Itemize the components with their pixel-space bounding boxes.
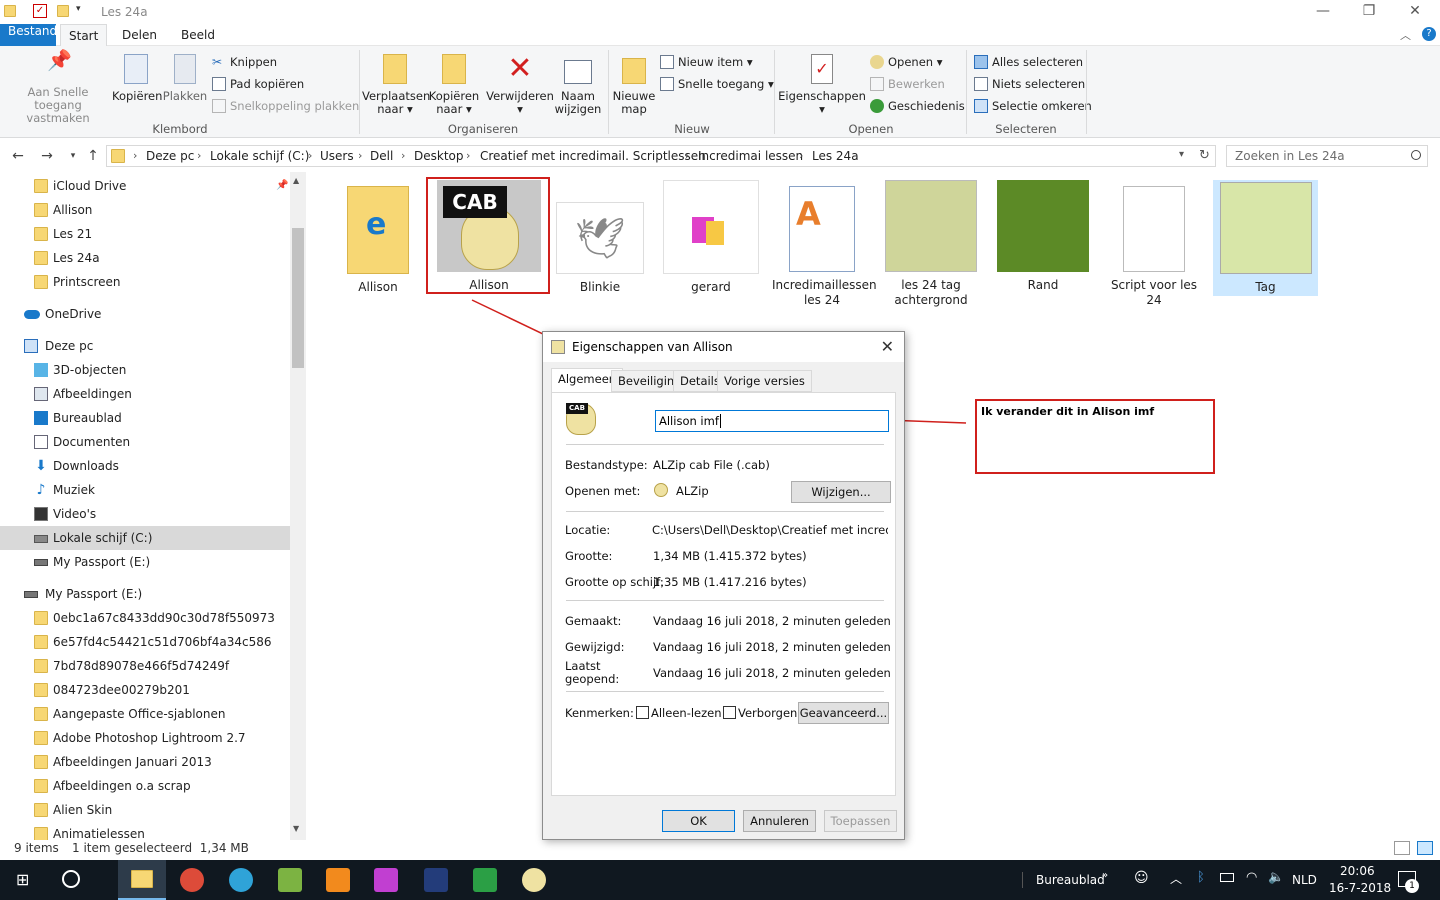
people-icon[interactable]: ☺ bbox=[1134, 870, 1149, 886]
item-count: 9 items bbox=[14, 841, 59, 855]
disksize-value: 1,35 MB (1.417.216 bytes) bbox=[653, 575, 807, 589]
bluetooth-icon[interactable]: ᛒ bbox=[1197, 870, 1205, 885]
advanced-button[interactable]: Geavanceerd... bbox=[798, 702, 889, 724]
text-cursor bbox=[719, 414, 721, 428]
app-icon[interactable] bbox=[229, 868, 253, 892]
divider bbox=[566, 511, 884, 512]
change-button[interactable]: Wijzigen... bbox=[791, 481, 891, 503]
location-label: Locatie: bbox=[565, 523, 611, 537]
created-value: Vandaag 16 juli 2018, 2 minuten geleden bbox=[653, 614, 891, 628]
toolbar-chevron-icon[interactable]: » bbox=[1102, 870, 1108, 881]
windows-start-icon[interactable]: ⊞ bbox=[16, 872, 32, 888]
annotation-note: Ik verander dit in Alison imf bbox=[975, 399, 1215, 474]
location-value: C:\Users\Dell\Desktop\Creatief met incre… bbox=[652, 523, 888, 537]
dialog-title-bar: Eigenschappen van Allison ✕ bbox=[543, 332, 904, 362]
details-view-icon[interactable] bbox=[1394, 841, 1410, 855]
apply-button[interactable]: Toepassen bbox=[824, 810, 897, 832]
wifi-icon[interactable]: ◠ bbox=[1246, 870, 1257, 885]
divider bbox=[566, 444, 884, 445]
show-hidden-icons-icon[interactable]: ︿ bbox=[1170, 870, 1182, 887]
openwith-label: Openen met: bbox=[565, 484, 641, 498]
properties-dialog: Eigenschappen van Allison ✕ Algemeen Bev… bbox=[542, 331, 905, 840]
taskbar: ⊞ Bureaublad » ☺ ︿ ᛒ ◠ 🔈 NLD 20:06 16-7-… bbox=[0, 860, 1440, 900]
tab-vorige-versies[interactable]: Vorige versies bbox=[717, 370, 812, 392]
filename-value: Allison imf bbox=[659, 414, 719, 428]
chrome-icon[interactable] bbox=[180, 868, 204, 892]
dialog-close-icon[interactable]: ✕ bbox=[881, 337, 894, 356]
disksize-label: Grootte op schijf: bbox=[565, 575, 664, 589]
readonly-label: Alleen-lezen bbox=[651, 706, 722, 720]
search-icon[interactable] bbox=[62, 870, 80, 888]
notification-count-badge: 1 bbox=[1405, 879, 1419, 893]
readonly-checkbox[interactable] bbox=[636, 706, 649, 719]
dialog-title: Eigenschappen van Allison bbox=[572, 340, 733, 354]
clock-time[interactable]: 20:06 bbox=[1340, 864, 1375, 878]
folder-icon bbox=[131, 870, 153, 888]
volume-icon[interactable]: 🔈 bbox=[1268, 870, 1284, 885]
cab-badge: CAB bbox=[566, 403, 588, 414]
divider bbox=[566, 600, 884, 601]
cancel-button[interactable]: Annuleren bbox=[743, 810, 816, 832]
type-label: Bestandstype: bbox=[565, 458, 648, 472]
divider bbox=[1022, 872, 1023, 888]
battery-icon[interactable] bbox=[1220, 873, 1234, 882]
hidden-checkbox[interactable] bbox=[723, 706, 736, 719]
divider bbox=[566, 691, 884, 692]
annotation-text: Ik verander dit in Alison imf bbox=[981, 405, 1155, 418]
status-bar: 9 items 1 item geselecteerd 1,34 MB bbox=[0, 840, 1440, 858]
app-icon[interactable] bbox=[473, 868, 497, 892]
openwith-value: ALZip bbox=[676, 484, 709, 498]
selection-info: 1 item geselecteerd 1,34 MB bbox=[72, 841, 249, 855]
html-kit-icon[interactable] bbox=[424, 868, 448, 892]
created-label: Gemaakt: bbox=[565, 614, 622, 628]
accessed-value: Vandaag 16 juli 2018, 2 minuten geleden bbox=[653, 666, 891, 680]
large-icons-view-icon[interactable] bbox=[1417, 841, 1433, 855]
desktop-toolbar-label[interactable]: Bureaublad bbox=[1036, 873, 1105, 887]
mail-icon[interactable] bbox=[326, 868, 350, 892]
modified-label: Gewijzigd: bbox=[565, 640, 625, 654]
size-value: 1,34 MB (1.415.372 bytes) bbox=[653, 549, 807, 563]
app-icon[interactable] bbox=[374, 868, 398, 892]
size-label: Grootte: bbox=[565, 549, 613, 563]
cab-file-icon bbox=[551, 340, 565, 354]
filename-input[interactable]: Allison imf bbox=[655, 410, 889, 432]
general-tab-panel: CAB Allison imf Bestandstype: ALZip cab … bbox=[551, 392, 896, 796]
type-value: ALZip cab File (.cab) bbox=[653, 458, 770, 472]
file-explorer-taskbar-button[interactable] bbox=[118, 860, 166, 900]
accessed-label-2: geopend: bbox=[565, 672, 620, 686]
alzip-icon[interactable] bbox=[522, 868, 546, 892]
clock-date[interactable]: 16-7-2018 bbox=[1329, 881, 1391, 895]
language-indicator[interactable]: NLD bbox=[1292, 873, 1317, 887]
alzip-icon bbox=[654, 483, 668, 497]
hidden-label: Verborgen bbox=[738, 706, 798, 720]
ok-button[interactable]: OK bbox=[662, 810, 735, 832]
attributes-label: Kenmerken: bbox=[565, 706, 634, 720]
modified-value: Vandaag 16 juli 2018, 2 minuten geleden bbox=[653, 640, 891, 654]
app-icon[interactable] bbox=[278, 868, 302, 892]
